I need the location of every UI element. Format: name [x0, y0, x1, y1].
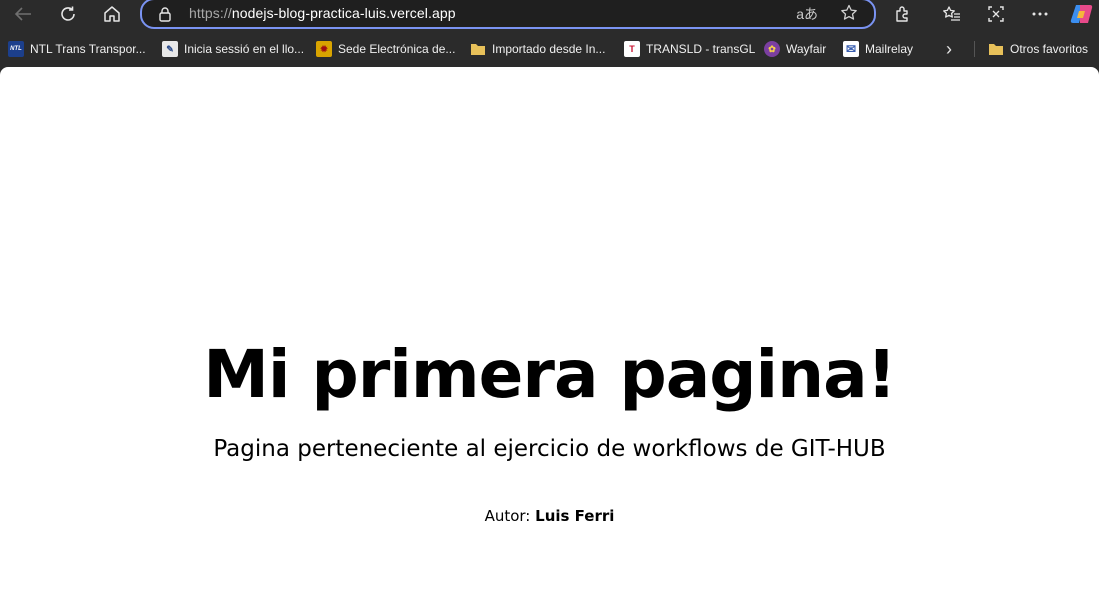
extensions-icon[interactable] [888, 0, 918, 27]
page-title: Mi primera pagina! [203, 336, 897, 413]
bookmark-label: NTL Trans Transpor... [30, 42, 146, 56]
transld-logo-icon: T [624, 41, 640, 57]
read-aloud-icon[interactable]: aあ [796, 4, 818, 24]
screenshot-icon[interactable] [981, 0, 1011, 27]
page-subtitle: Pagina perteneciente al ejercicio de wor… [213, 436, 886, 462]
add-favorite-icon[interactable] [840, 4, 858, 27]
bookmarks-overflow-chevron-icon[interactable]: › [946, 39, 952, 59]
bookmark-label: Wayfair [786, 42, 827, 56]
bookmark-label: Otros favoritos [1010, 42, 1089, 56]
wayfair-logo-icon: ✿ [764, 41, 780, 57]
author-label: Autor: [484, 507, 536, 525]
ntl-logo-icon: NTL [8, 41, 24, 57]
bookmark-label: Inicia sessió en el llo... [184, 42, 305, 56]
refresh-icon[interactable] [53, 0, 83, 27]
document-icon: ✎ [162, 41, 178, 57]
bookmark-sede-electronica[interactable]: ✹ Sede Electrónica de... [316, 40, 455, 58]
more-icon[interactable] [1025, 0, 1055, 27]
folder-icon [988, 41, 1004, 57]
url-host: nodejs-blog-practica-luis.vercel.app [231, 5, 456, 21]
copilot-icon[interactable] [1067, 0, 1097, 27]
lock-icon[interactable] [158, 6, 172, 27]
author-name: Luis Ferri [535, 507, 615, 525]
bookmark-label: Sede Electrónica de... [338, 42, 456, 56]
favorites-icon[interactable] [937, 0, 967, 27]
folder-icon [470, 41, 486, 57]
bookmark-wayfair[interactable]: ✿ Wayfair [764, 40, 826, 58]
bookmark-label: Importado desde In... [492, 42, 606, 56]
bookmark-mailrelay[interactable]: ✉ Mailrelay [843, 40, 913, 58]
bookmark-inicia-sessio[interactable]: ✎ Inicia sessió en el llo... [162, 40, 304, 58]
bookmark-folder-otros-favoritos[interactable]: Otros favoritos [988, 40, 1088, 58]
bookmark-label: Mailrelay [865, 42, 914, 56]
page-viewport: Mi primera pagina! Pagina perteneciente … [0, 67, 1099, 601]
bookmark-label: TRANSLD - transGL [646, 42, 756, 56]
author-line: Autor: Luis Ferri [0, 507, 1099, 525]
bookmark-ntl-trans[interactable]: NTL NTL Trans Transpor... [8, 40, 146, 58]
url-text[interactable]: https://nodejs-blog-practica-luis.vercel… [189, 5, 456, 21]
bookmarks-divider [974, 41, 975, 57]
mailrelay-logo-icon: ✉ [843, 41, 859, 57]
back-icon[interactable] [8, 0, 38, 27]
spain-crest-icon: ✹ [316, 41, 332, 57]
bookmark-folder-importado[interactable]: Importado desde In... [470, 40, 605, 58]
home-icon[interactable] [97, 0, 127, 27]
address-bar[interactable]: https://nodejs-blog-practica-luis.vercel… [140, 0, 876, 29]
bookmarks-bar: NTL NTL Trans Transpor... ✎ Inicia sessi… [0, 35, 1099, 62]
browser-toolbar: https://nodejs-blog-practica-luis.vercel… [0, 0, 1099, 29]
url-scheme: https:// [189, 5, 232, 21]
bookmark-transld[interactable]: T TRANSLD - transGL [624, 40, 755, 58]
